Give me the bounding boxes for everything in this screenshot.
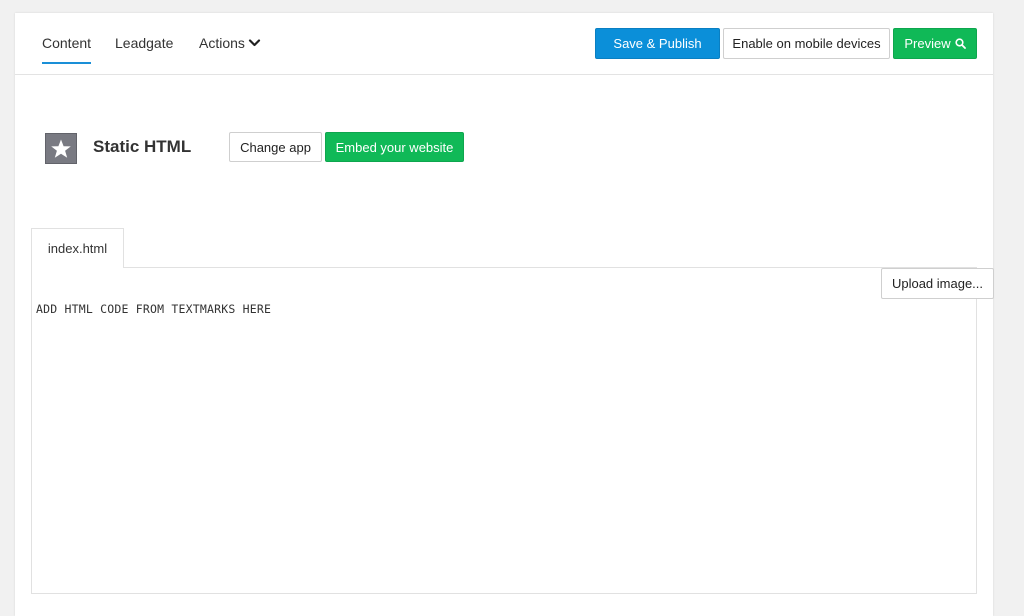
upload-image-button[interactable]: Upload image... <box>881 268 994 299</box>
app-title: Static HTML <box>93 137 192 156</box>
preview-button[interactable]: Preview <box>893 28 977 59</box>
app-icon <box>45 133 77 164</box>
code-editor[interactable]: Upload image... ADD HTML CODE FROM TEXTM… <box>31 267 994 594</box>
preview-label: Preview <box>904 36 951 51</box>
tab-content[interactable]: Content <box>42 35 92 64</box>
tab-actions[interactable]: Actions <box>199 35 261 51</box>
tab-leadgate-label: Leadgate <box>115 35 174 51</box>
change-app-button[interactable]: Change app <box>229 132 322 162</box>
search-icon <box>955 38 966 49</box>
editor-content[interactable]: ADD HTML CODE FROM TEXTMARKS HERE <box>36 302 271 316</box>
chevron-down-icon <box>248 39 261 47</box>
save-publish-button[interactable]: Save & Publish <box>595 28 720 59</box>
tab-actions-label: Actions <box>199 35 245 51</box>
top-bar: Content Leadgate Actions Save & Publish … <box>15 13 993 75</box>
tab-content-label: Content <box>42 35 92 51</box>
tab-leadgate[interactable]: Leadgate <box>115 35 173 51</box>
star-icon <box>51 139 71 158</box>
embed-website-button[interactable]: Embed your website <box>325 132 464 162</box>
main-panel: Content Leadgate Actions Save & Publish … <box>15 13 994 616</box>
file-tab-index[interactable]: index.html <box>31 228 124 268</box>
enable-mobile-button[interactable]: Enable on mobile devices <box>723 28 890 59</box>
